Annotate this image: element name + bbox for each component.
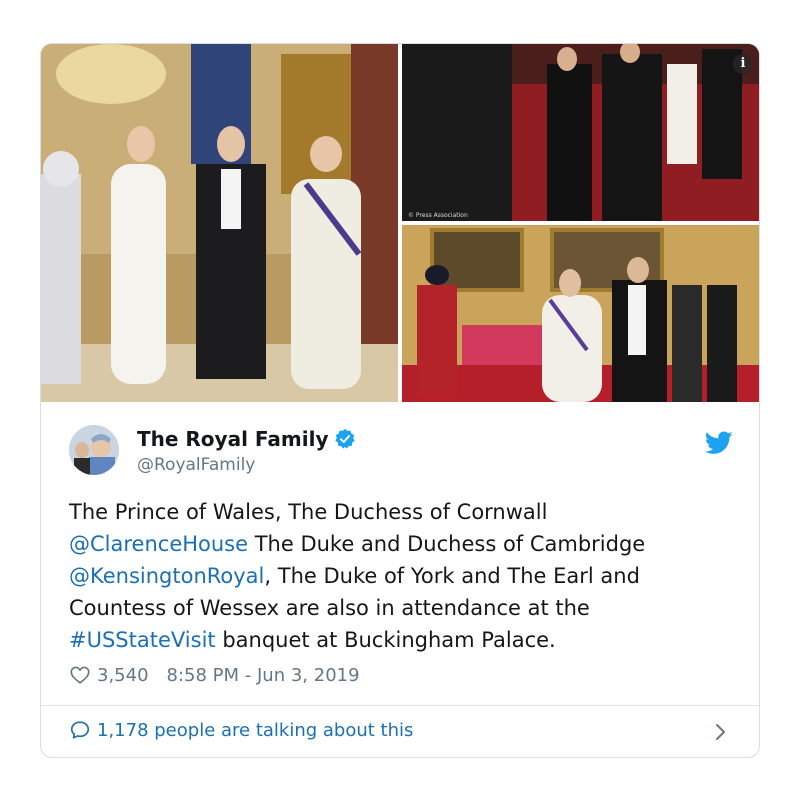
- tweet-media-grid: i © Press Association: [41, 44, 759, 402]
- footer-divider: [41, 705, 759, 706]
- speech-bubble-icon: [70, 721, 90, 739]
- mention-clarencehouse[interactable]: @ClarenceHouse: [69, 532, 248, 556]
- embedded-tweet-card[interactable]: i © Press Association The Royal Family @…: [40, 43, 760, 758]
- photo-royals-group[interactable]: [41, 44, 398, 402]
- hashtag-usstatevisit[interactable]: #USStateVisit: [69, 628, 216, 652]
- tweet-author-header: The Royal Family @RoyalFamily: [69, 425, 733, 481]
- photo-credit: © Press Association: [408, 212, 468, 219]
- tweet-timestamp[interactable]: 8:58 PM - Jun 3, 2019: [167, 665, 360, 686]
- author-name[interactable]: The Royal Family: [137, 427, 328, 451]
- talking-about-text[interactable]: 1,178 people are talking about this: [97, 720, 413, 741]
- talking-about-link[interactable]: 1,178 people are talking about this: [69, 719, 413, 741]
- author-name-row: The Royal Family: [137, 427, 356, 451]
- photo-state-banquet-hall[interactable]: [402, 225, 759, 402]
- author-avatar[interactable]: [69, 425, 119, 475]
- tweet-text: The Prince of Wales, The Duchess of Corn…: [69, 496, 729, 656]
- verified-badge-icon: [335, 428, 356, 449]
- author-handle[interactable]: @RoyalFamily: [137, 455, 255, 475]
- tweet-text-part-2: The Duke and Duchess of Cambridge: [248, 532, 646, 556]
- photo-guests-arriving[interactable]: i © Press Association: [402, 44, 759, 221]
- tweet-text-part-4: banquet at Buckingham Palace.: [215, 628, 556, 652]
- mention-kensingtonroyal[interactable]: @KensingtonRoyal: [69, 564, 264, 588]
- like-count[interactable]: 3,540: [97, 665, 149, 686]
- twitter-bird-icon[interactable]: [705, 431, 733, 455]
- tweet-meta: 3,540 8:58 PM - Jun 3, 2019: [69, 664, 360, 686]
- chevron-right-icon[interactable]: [713, 720, 729, 744]
- tweet-text-part-1: The Prince of Wales, The Duchess of Corn…: [69, 500, 548, 524]
- info-icon[interactable]: i: [733, 54, 753, 74]
- heart-icon[interactable]: [69, 664, 91, 686]
